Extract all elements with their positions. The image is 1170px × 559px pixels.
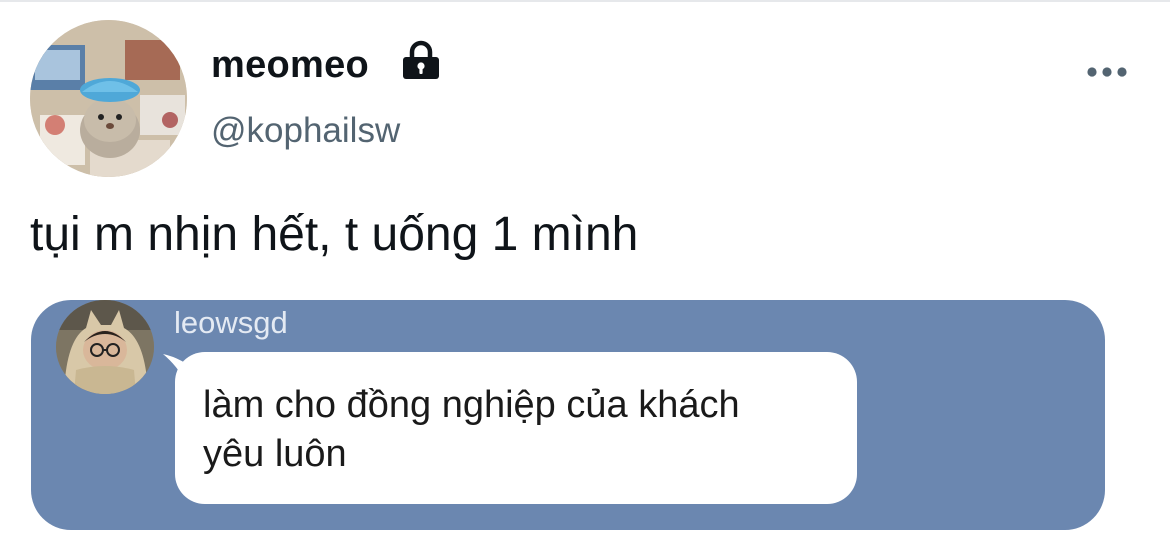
quoted-author-name[interactable]: leowsgd (174, 303, 288, 343)
more-horizontal-icon[interactable] (1084, 58, 1130, 86)
quoted-message-text: làm cho đồng nghiệp của khách yêu luôn (203, 381, 843, 479)
quoted-message-line: làm cho đồng nghiệp của khách (203, 384, 740, 426)
quoted-author-avatar (56, 300, 154, 394)
quoted-message-line: yêu luôn (203, 433, 347, 475)
lock-icon (403, 40, 439, 79)
person-avatar-image (56, 300, 154, 394)
display-name[interactable]: meomeo (211, 40, 369, 90)
user-handle[interactable]: @kophailsw (211, 108, 400, 154)
tweet-text: tụi m nhịn hết, t uống 1 mình (30, 208, 639, 261)
profile-avatar[interactable] (30, 20, 187, 177)
top-divider (0, 0, 1170, 2)
hamster-avatar-image (30, 20, 187, 177)
